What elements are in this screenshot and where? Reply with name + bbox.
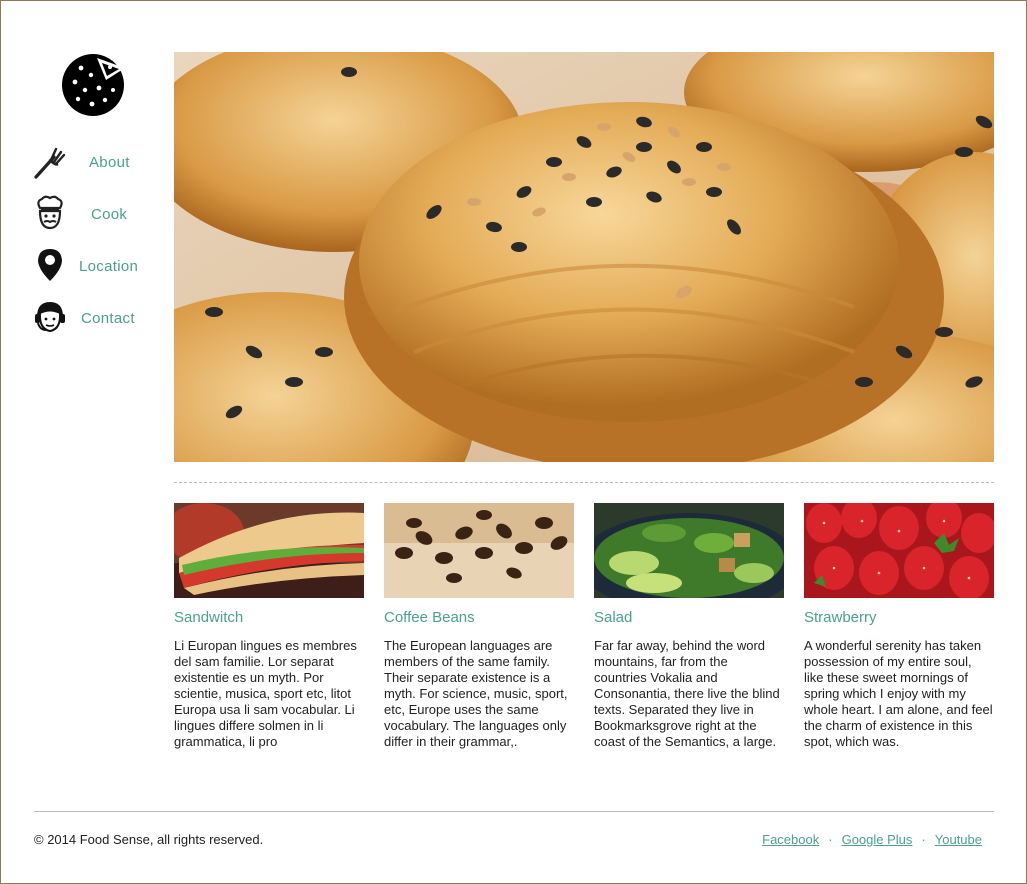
card-salad: Salad Far far away, behind the word moun… (594, 503, 784, 750)
strawberry-image[interactable] (804, 503, 994, 598)
card-title[interactable]: Salad (594, 609, 784, 629)
card-sandwitch: Sandwitch Li Europan lingues es membres … (174, 503, 364, 750)
link-separator: · (828, 832, 833, 847)
footer-divider (34, 811, 994, 812)
card-coffee-beans: Coffee Beans The European languages are … (384, 503, 574, 750)
headset-icon (35, 302, 65, 333)
fork-icon (34, 147, 66, 179)
nav-label-location: Location (79, 258, 139, 275)
nav-label-contact: Contact (81, 310, 135, 327)
card-title[interactable]: Coffee Beans (384, 609, 574, 629)
chef-icon (37, 195, 63, 230)
card-text: A wonderful serenity has taken possessio… (804, 638, 993, 749)
nav-label-about: About (89, 154, 130, 171)
card-strawberry: Strawberry A wonderful serenity has take… (804, 503, 994, 750)
copyright-text: © 2014 Food Sense, all rights reserved. (34, 832, 264, 847)
content-divider (174, 482, 994, 483)
salad-image[interactable] (594, 503, 784, 598)
facebook-link[interactable]: Facebook (762, 832, 819, 847)
page-frame: About Cook Location Contact Sandwitch Li… (0, 0, 1027, 884)
map-pin-icon (38, 249, 62, 281)
card-text: The European languages are members of th… (384, 638, 568, 749)
nav-item-cook[interactable]: Cook (32, 195, 157, 235)
card-text: Far far away, behind the word mountains,… (594, 638, 780, 749)
social-links: Facebook · Google Plus · Youtube (762, 832, 982, 847)
pizza-logo-icon[interactable] (61, 52, 127, 116)
youtube-link[interactable]: Youtube (935, 832, 982, 847)
nav-label-cook: Cook (91, 206, 128, 223)
card-title[interactable]: Sandwitch (174, 609, 364, 629)
nav-item-contact[interactable]: Contact (32, 299, 157, 339)
nav-item-about[interactable]: About (32, 143, 157, 183)
card-text: Li Europan lingues es membres del sam fa… (174, 638, 357, 749)
sandwich-image[interactable] (174, 503, 364, 598)
google-plus-link[interactable]: Google Plus (842, 832, 913, 847)
nav-item-location[interactable]: Location (32, 247, 157, 287)
card-title[interactable]: Strawberry (804, 609, 994, 629)
hero-image-sesame-buns (174, 52, 994, 462)
coffee-beans-image[interactable] (384, 503, 574, 598)
link-separator: · (921, 832, 926, 847)
